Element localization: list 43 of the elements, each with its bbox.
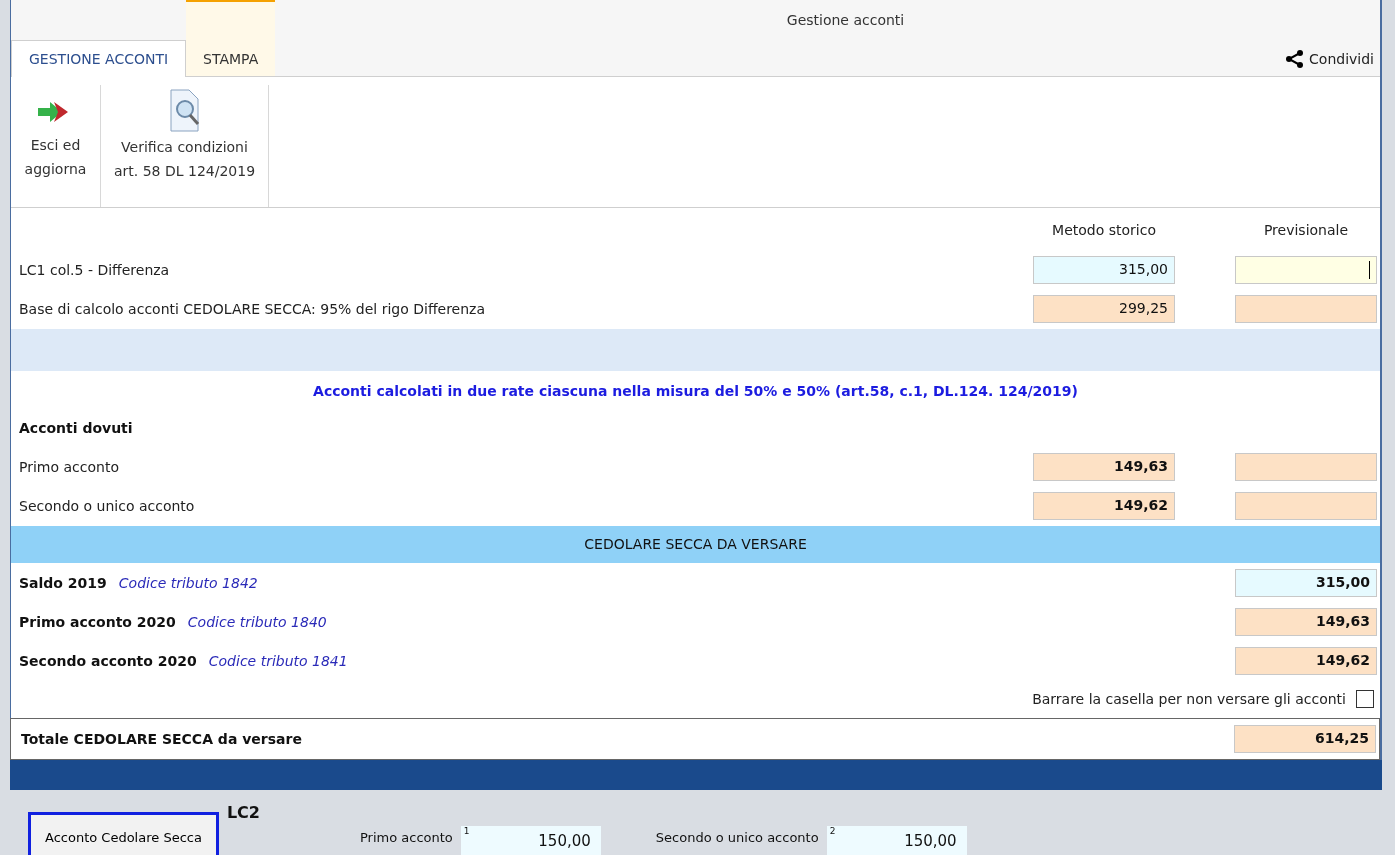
ribbon-button[interactable]: Verifica condizioni art. 58 DL 124/2019 xyxy=(101,85,269,207)
section-title: Acconti dovuti xyxy=(18,419,134,438)
tax-code: Codice tributo 1841 xyxy=(208,652,348,669)
share-icon xyxy=(1285,49,1306,69)
share-button[interactable]: Condividi xyxy=(1279,48,1380,70)
row-label: Secondo acconto 2020 xyxy=(19,652,197,669)
text-cursor xyxy=(1369,260,1370,279)
input-field[interactable]: 149,62 xyxy=(1033,491,1175,520)
input-field[interactable]: 315,00 xyxy=(1235,568,1377,597)
input-field[interactable]: 149,62 xyxy=(1235,646,1377,675)
row-label: LC1 col.5 - Differenza xyxy=(19,261,171,278)
tab[interactable]: GESTIONE ACCONTI xyxy=(11,40,187,77)
tax-code: Codice tributo 1842 xyxy=(118,574,258,591)
input-field[interactable] xyxy=(1235,452,1377,481)
row-label: Primo acconto xyxy=(19,458,120,475)
checkbox-label: Barrare la casella per non versare gli acconti xyxy=(1032,691,1346,707)
ribbon-button[interactable]: Esci ed aggiorna xyxy=(11,85,101,207)
tax-code: Codice tributo 1840 xyxy=(187,613,327,630)
acconto-button[interactable]: Acconto Cedolare Secca xyxy=(28,811,219,855)
row-label: Secondo o unico acconto xyxy=(19,497,196,514)
info-note: Acconti calcolati in due rate ciascuna nella misura del 50% e 50% (art.58, c.1, DL.124. 124/2019) xyxy=(312,382,1079,401)
column-header: Metodo storico xyxy=(1051,222,1157,238)
input-field[interactable] xyxy=(1235,294,1377,323)
row-label: Saldo 2019 xyxy=(19,574,107,591)
document-search-icon xyxy=(167,89,202,133)
input-field[interactable]: 315,00 xyxy=(1033,255,1175,284)
column-header: Previsionale xyxy=(1262,222,1350,238)
input-field[interactable] xyxy=(1235,255,1377,284)
input-field[interactable]: 149,63 xyxy=(1235,607,1377,636)
total-field: 614,25 xyxy=(1234,725,1376,753)
row-label: Base di calcolo acconti CEDOLARE SECCA: 95% del rigo Differenza xyxy=(19,300,486,317)
section-code: LC2 xyxy=(226,803,260,822)
window-title: Gestione acconti xyxy=(786,12,905,28)
field-label: Secondo o unico acconto xyxy=(655,830,819,845)
field-label: Primo acconto xyxy=(360,830,453,845)
input-field[interactable] xyxy=(1235,491,1377,520)
input-field[interactable]: 299,25 xyxy=(1033,294,1175,323)
checkbox[interactable] xyxy=(1356,690,1374,708)
input-field[interactable]: 149,63 xyxy=(1033,452,1175,481)
total-label: Totale CEDOLARE SECCA da versare xyxy=(21,731,302,747)
row-label: Primo acconto 2020 xyxy=(19,613,176,630)
section-header: CEDOLARE SECCA DA VERSARE xyxy=(11,526,1380,563)
tab[interactable]: STAMPA xyxy=(186,0,276,76)
